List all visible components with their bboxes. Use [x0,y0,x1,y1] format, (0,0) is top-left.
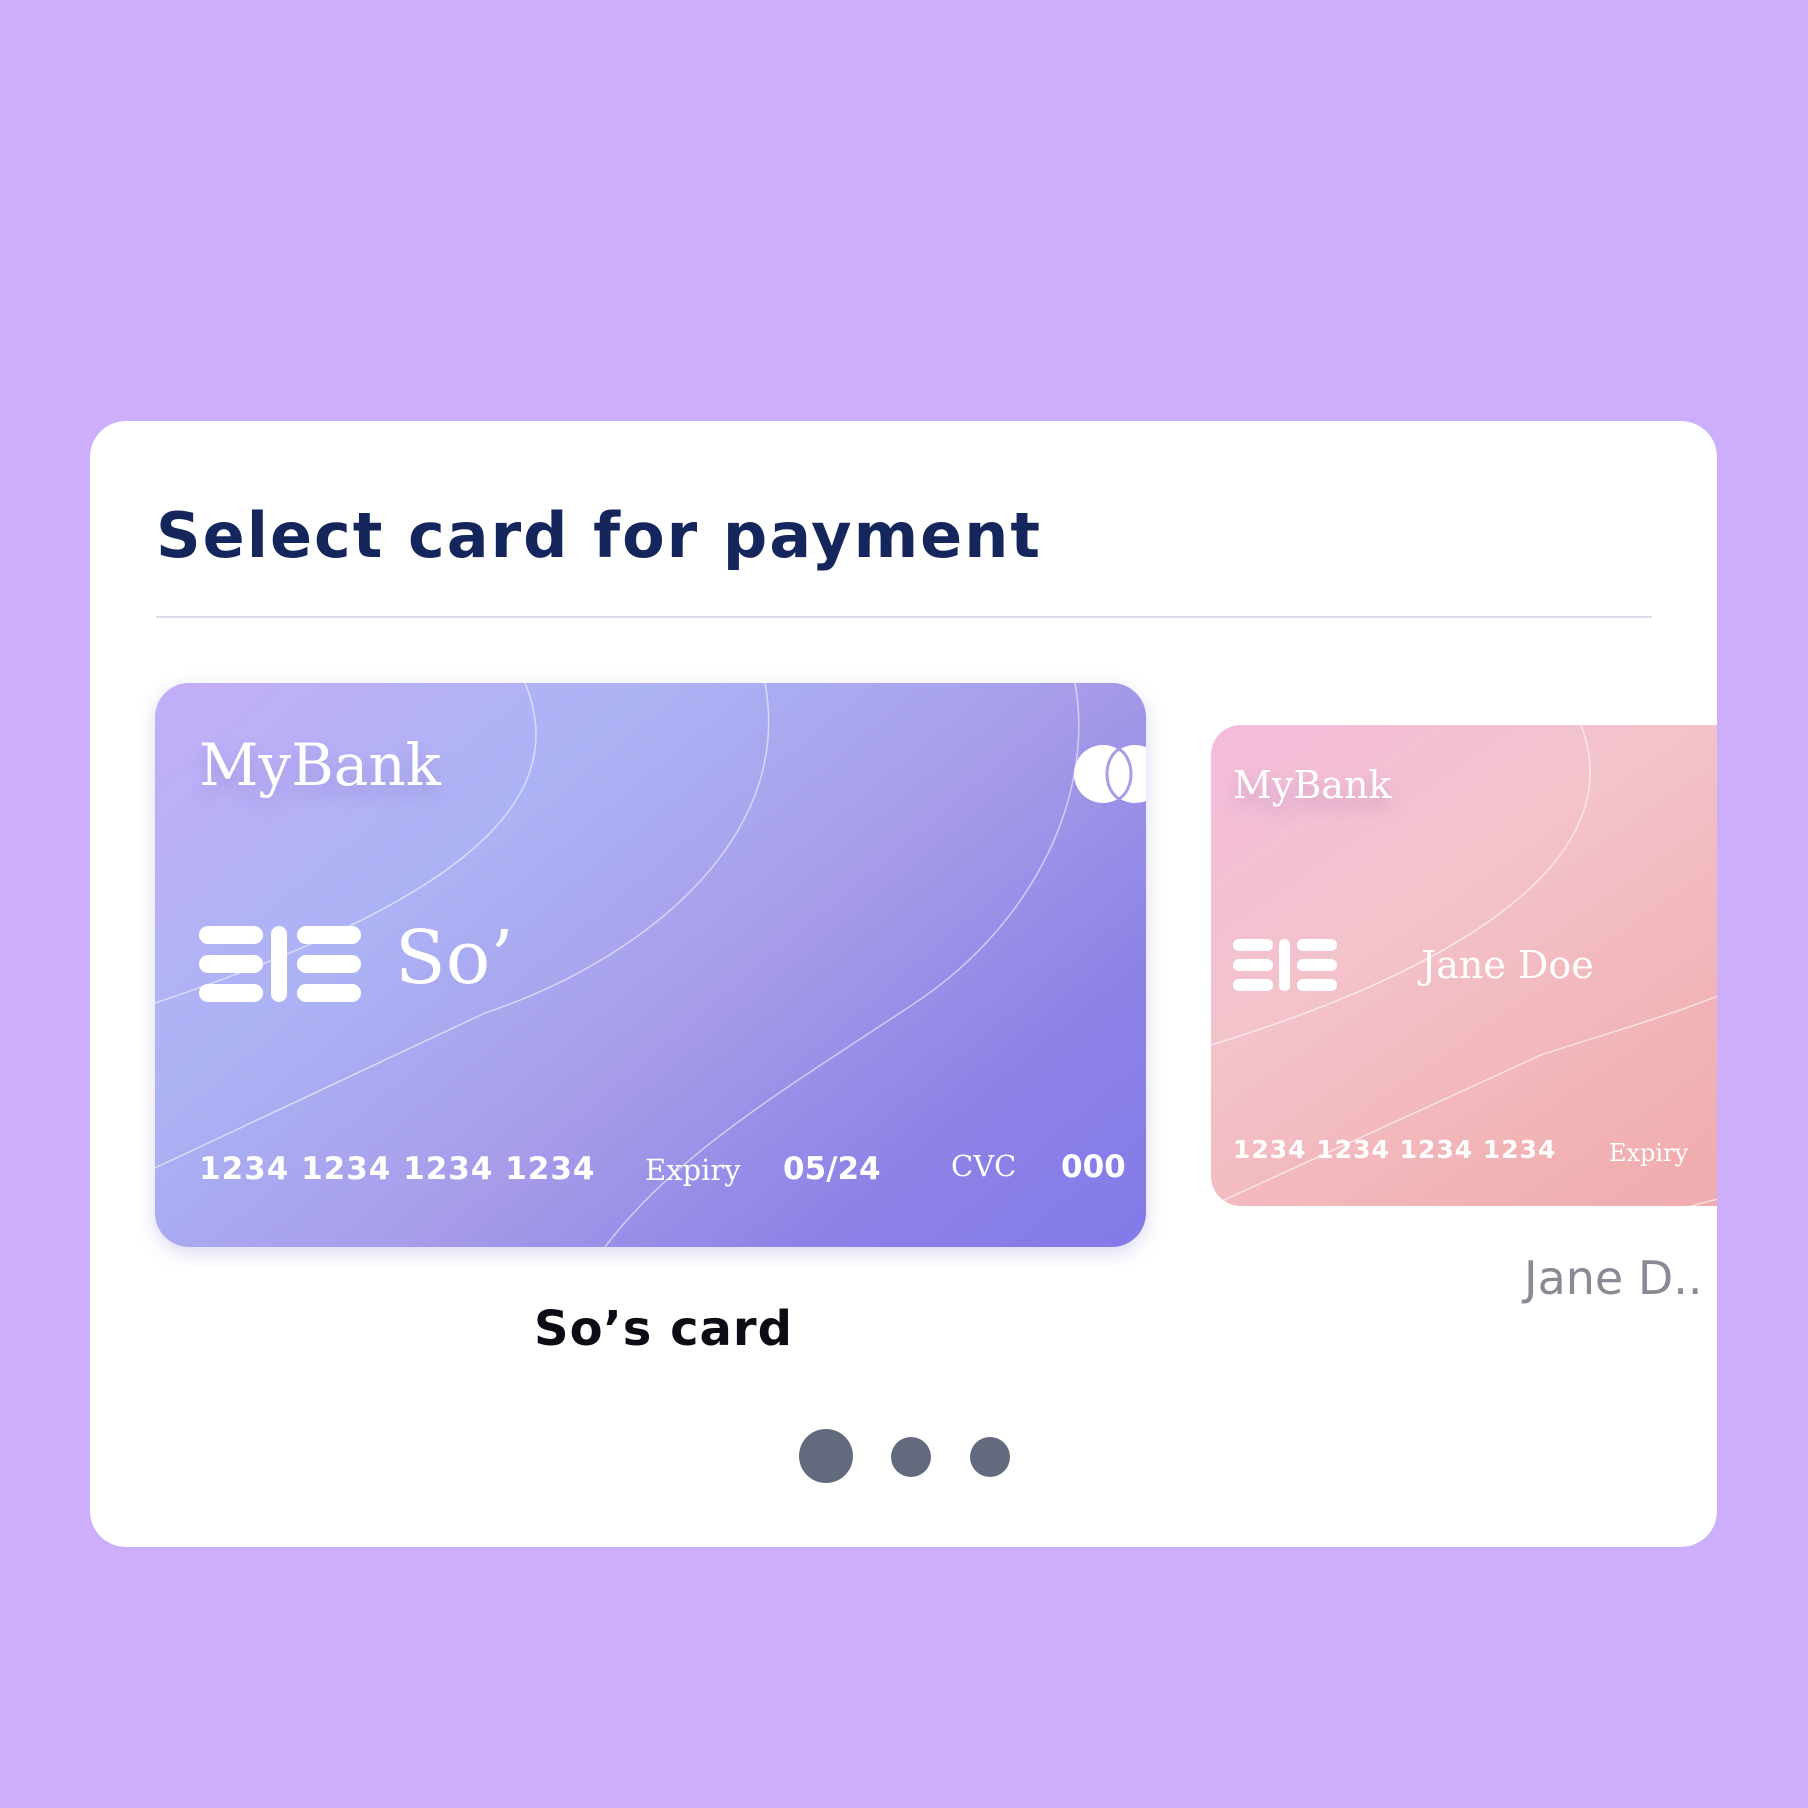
card-number: 1234 1234 1234 1234 [199,1151,596,1187]
card-selection-panel: Select card for payment MyBank So’ 1234 … [90,421,1717,1547]
bank-name: MyBank [199,731,441,799]
card-holder-name: So’ [395,915,514,1001]
expiry-value: 05/24 [783,1151,881,1187]
bank-name: MyBank [1233,763,1392,807]
card-holder-name: Jane Doe [1421,943,1594,987]
expiry-label: Expiry [1609,1139,1689,1167]
pagination-dot[interactable] [970,1437,1010,1477]
selected-card-caption: So’s card [534,1301,793,1357]
page-title: Select card for payment [156,499,1042,572]
card-network-logo-icon [1074,745,1146,803]
chip-icon [1233,939,1337,991]
expiry-label: Expiry [645,1153,741,1187]
chip-icon [199,926,361,1002]
card-jane-doe[interactable]: MyBank Jane Doe 1234 1234 1234 1234 Expi… [1211,725,1717,1206]
next-card-caption: Jane D.. [1524,1251,1703,1305]
card-number: 1234 1234 1234 1234 [1233,1135,1557,1164]
cvc-value: 000 [1061,1149,1126,1185]
title-divider [156,616,1652,618]
card-so[interactable]: MyBank So’ 1234 1234 1234 1234 Expiry 05… [155,683,1146,1247]
cvc-label: CVC [951,1149,1017,1183]
pagination-dot[interactable] [891,1437,931,1477]
pagination-dot-active[interactable] [799,1429,853,1483]
